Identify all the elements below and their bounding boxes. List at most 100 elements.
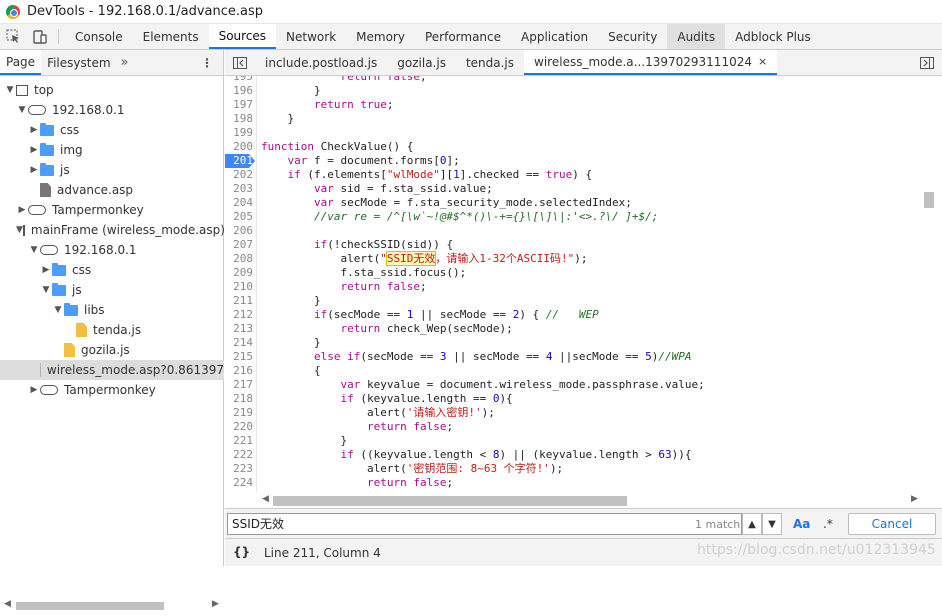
tree-item[interactable]: ▼js — [0, 280, 224, 300]
code-line[interactable]: 209 f.sta_ssid.focus(); — [225, 266, 942, 280]
pretty-print-button[interactable]: {} — [233, 545, 250, 559]
line-number[interactable]: 197 — [225, 98, 253, 112]
expanded-arrow-icon[interactable]: ▼ — [16, 105, 28, 115]
line-number[interactable]: 213 — [225, 322, 253, 336]
collapsed-arrow-icon[interactable]: ▶ — [28, 385, 40, 395]
code-line[interactable]: 203 var sid = f.sta_ssid.value; — [225, 182, 942, 196]
code-text[interactable]: return true; — [261, 98, 393, 112]
tree-item[interactable]: ▶js — [0, 160, 224, 180]
breakpoint-marker[interactable]: 201 — [225, 154, 255, 168]
line-number[interactable]: 208 — [225, 252, 253, 266]
previous-match-button[interactable]: ▲ — [742, 513, 762, 535]
code-text[interactable]: return false; — [261, 76, 427, 84]
search-input[interactable]: SSID无效 — [227, 513, 742, 535]
code-line[interactable]: 215 else if(secMode == 3 || secMode == 4… — [225, 350, 942, 364]
line-number[interactable]: 223 — [225, 462, 253, 476]
code-text[interactable]: return false; — [261, 280, 427, 294]
expanded-arrow-icon[interactable]: ▼ — [4, 85, 16, 95]
toggle-debugger-icon[interactable] — [912, 50, 942, 75]
code-line[interactable]: 220 return false; — [225, 420, 942, 434]
next-match-button[interactable]: ▼ — [762, 513, 782, 535]
code-text[interactable]: alert('密钥范围: 8~63 个字符!'); — [261, 462, 563, 476]
expanded-arrow-icon[interactable]: ▼ — [40, 285, 52, 295]
tab-application[interactable]: Application — [511, 24, 598, 49]
code-text[interactable]: f.sta_ssid.focus(); — [261, 266, 466, 280]
scroll-right-icon[interactable]: ▶ — [212, 599, 219, 609]
code-line[interactable]: 214 } — [225, 336, 942, 350]
scrollbar-thumb[interactable] — [924, 192, 934, 208]
tree-item[interactable]: ▶css — [0, 260, 224, 280]
collapsed-arrow-icon[interactable]: ▶ — [28, 125, 40, 135]
tab-security[interactable]: Security — [598, 24, 667, 49]
tree-item[interactable]: ▼mainFrame (wireless_mode.asp) — [0, 220, 224, 240]
scroll-left-icon[interactable]: ◀ — [262, 494, 269, 504]
code-text[interactable]: if (f.elements["wlMode"][1].checked == t… — [261, 168, 592, 182]
code-line[interactable]: 197 return true; — [225, 98, 942, 112]
code-text[interactable]: if ((keyvalue.length < 8) || (keyvalue.l… — [261, 448, 692, 462]
line-number[interactable]: 202 — [225, 168, 253, 182]
file-tab-tenda[interactable]: tenda.js — [456, 50, 524, 75]
line-number[interactable]: 198 — [225, 112, 253, 126]
line-number[interactable]: 204 — [225, 196, 253, 210]
file-tab-gozila[interactable]: gozila.js — [387, 50, 456, 75]
line-number[interactable]: 220 — [225, 420, 253, 434]
toggle-navigator-icon[interactable] — [225, 50, 255, 75]
tab-memory[interactable]: Memory — [346, 24, 415, 49]
code-line[interactable]: 217 var keyvalue = document.wireless_mod… — [225, 378, 942, 392]
code-text[interactable]: var secMode = f.sta_security_mode.select… — [261, 196, 632, 210]
code-text[interactable]: if(secMode == 1 || secMode == 2) { // WE… — [261, 308, 599, 322]
line-number[interactable]: 211 — [225, 294, 253, 308]
code-line[interactable]: 208 alert("SSID无效，请输入1-32个ASCII码!"); — [225, 252, 942, 266]
line-number[interactable]: 209 — [225, 266, 253, 280]
line-number[interactable]: 196 — [225, 84, 253, 98]
code-line[interactable]: 222 if ((keyvalue.length < 8) || (keyval… — [225, 448, 942, 462]
code-text[interactable]: if (keyvalue.length == 0){ — [261, 392, 513, 406]
tree-item[interactable]: ▼192.168.0.1 — [0, 240, 224, 260]
code-line[interactable]: 205 //var re = /^[\w`~!@#$^*()\-+={}\[\]… — [225, 210, 942, 224]
tree-item[interactable]: advance.asp — [0, 180, 224, 200]
code-text[interactable]: if(!checkSSID(sid)) { — [261, 238, 453, 252]
code-line[interactable]: 206 — [225, 224, 942, 238]
editor-horizontal-scrollbar[interactable]: ◀ ▶ — [225, 492, 922, 508]
expanded-arrow-icon[interactable]: ▼ — [52, 305, 64, 315]
tab-console[interactable]: Console — [65, 24, 133, 49]
regex-button[interactable]: .* — [823, 517, 833, 531]
line-number[interactable]: 203 — [225, 182, 253, 196]
tab-network[interactable]: Network — [276, 24, 346, 49]
code-line[interactable]: 199 — [225, 126, 942, 140]
line-number[interactable]: 195 — [225, 76, 253, 84]
match-case-button[interactable]: Aa — [793, 517, 810, 531]
line-number[interactable]: 207 — [225, 238, 253, 252]
line-number[interactable]: 205 — [225, 210, 253, 224]
file-tab-include-postload[interactable]: include.postload.js — [255, 50, 387, 75]
file-tab-wireless-mode[interactable]: wireless_mode.a...13970293111024× — [524, 50, 777, 75]
code-line[interactable]: 212 if(secMode == 1 || secMode == 2) { /… — [225, 308, 942, 322]
tree-item[interactable]: ▶Tampermonkey — [0, 380, 224, 400]
code-line[interactable]: 207 if(!checkSSID(sid)) { — [225, 238, 942, 252]
cancel-button[interactable]: Cancel — [848, 513, 936, 535]
editor-vertical-scrollbar[interactable] — [922, 76, 942, 494]
code-text[interactable]: return check_Wep(secMode); — [261, 322, 513, 336]
scrollbar-thumb[interactable] — [273, 496, 627, 506]
code-text[interactable]: } — [261, 434, 347, 448]
code-line[interactable]: 202 if (f.elements["wlMode"][1].checked … — [225, 168, 942, 182]
code-text[interactable]: var keyvalue = document.wireless_mode.pa… — [261, 378, 705, 392]
tree-item[interactable]: ▶css — [0, 120, 224, 140]
tab-performance[interactable]: Performance — [415, 24, 511, 49]
tab-sources[interactable]: Sources — [209, 24, 276, 49]
code-text[interactable]: //var re = /^[\w`~!@#$^*()\-+={}\[\]\|:'… — [261, 210, 658, 224]
code-line[interactable]: 195 return false; — [225, 76, 942, 84]
line-number[interactable]: 215 — [225, 350, 253, 364]
collapsed-arrow-icon[interactable]: ▶ — [16, 205, 28, 215]
line-number[interactable]: 221 — [225, 434, 253, 448]
code-line[interactable]: 216 { — [225, 364, 942, 378]
tree-item[interactable]: ▶Tampermonkey — [0, 200, 224, 220]
code-text[interactable]: var f = document.forms[0]; — [261, 154, 460, 168]
tree-item[interactable]: ▼libs — [0, 300, 224, 320]
code-text[interactable]: } — [261, 336, 321, 350]
code-text[interactable]: } — [261, 84, 321, 98]
expanded-arrow-icon[interactable]: ▼ — [28, 245, 40, 255]
line-number[interactable]: 218 — [225, 392, 253, 406]
tree-item[interactable]: ▼top — [0, 80, 224, 100]
code-text[interactable]: } — [261, 112, 294, 126]
